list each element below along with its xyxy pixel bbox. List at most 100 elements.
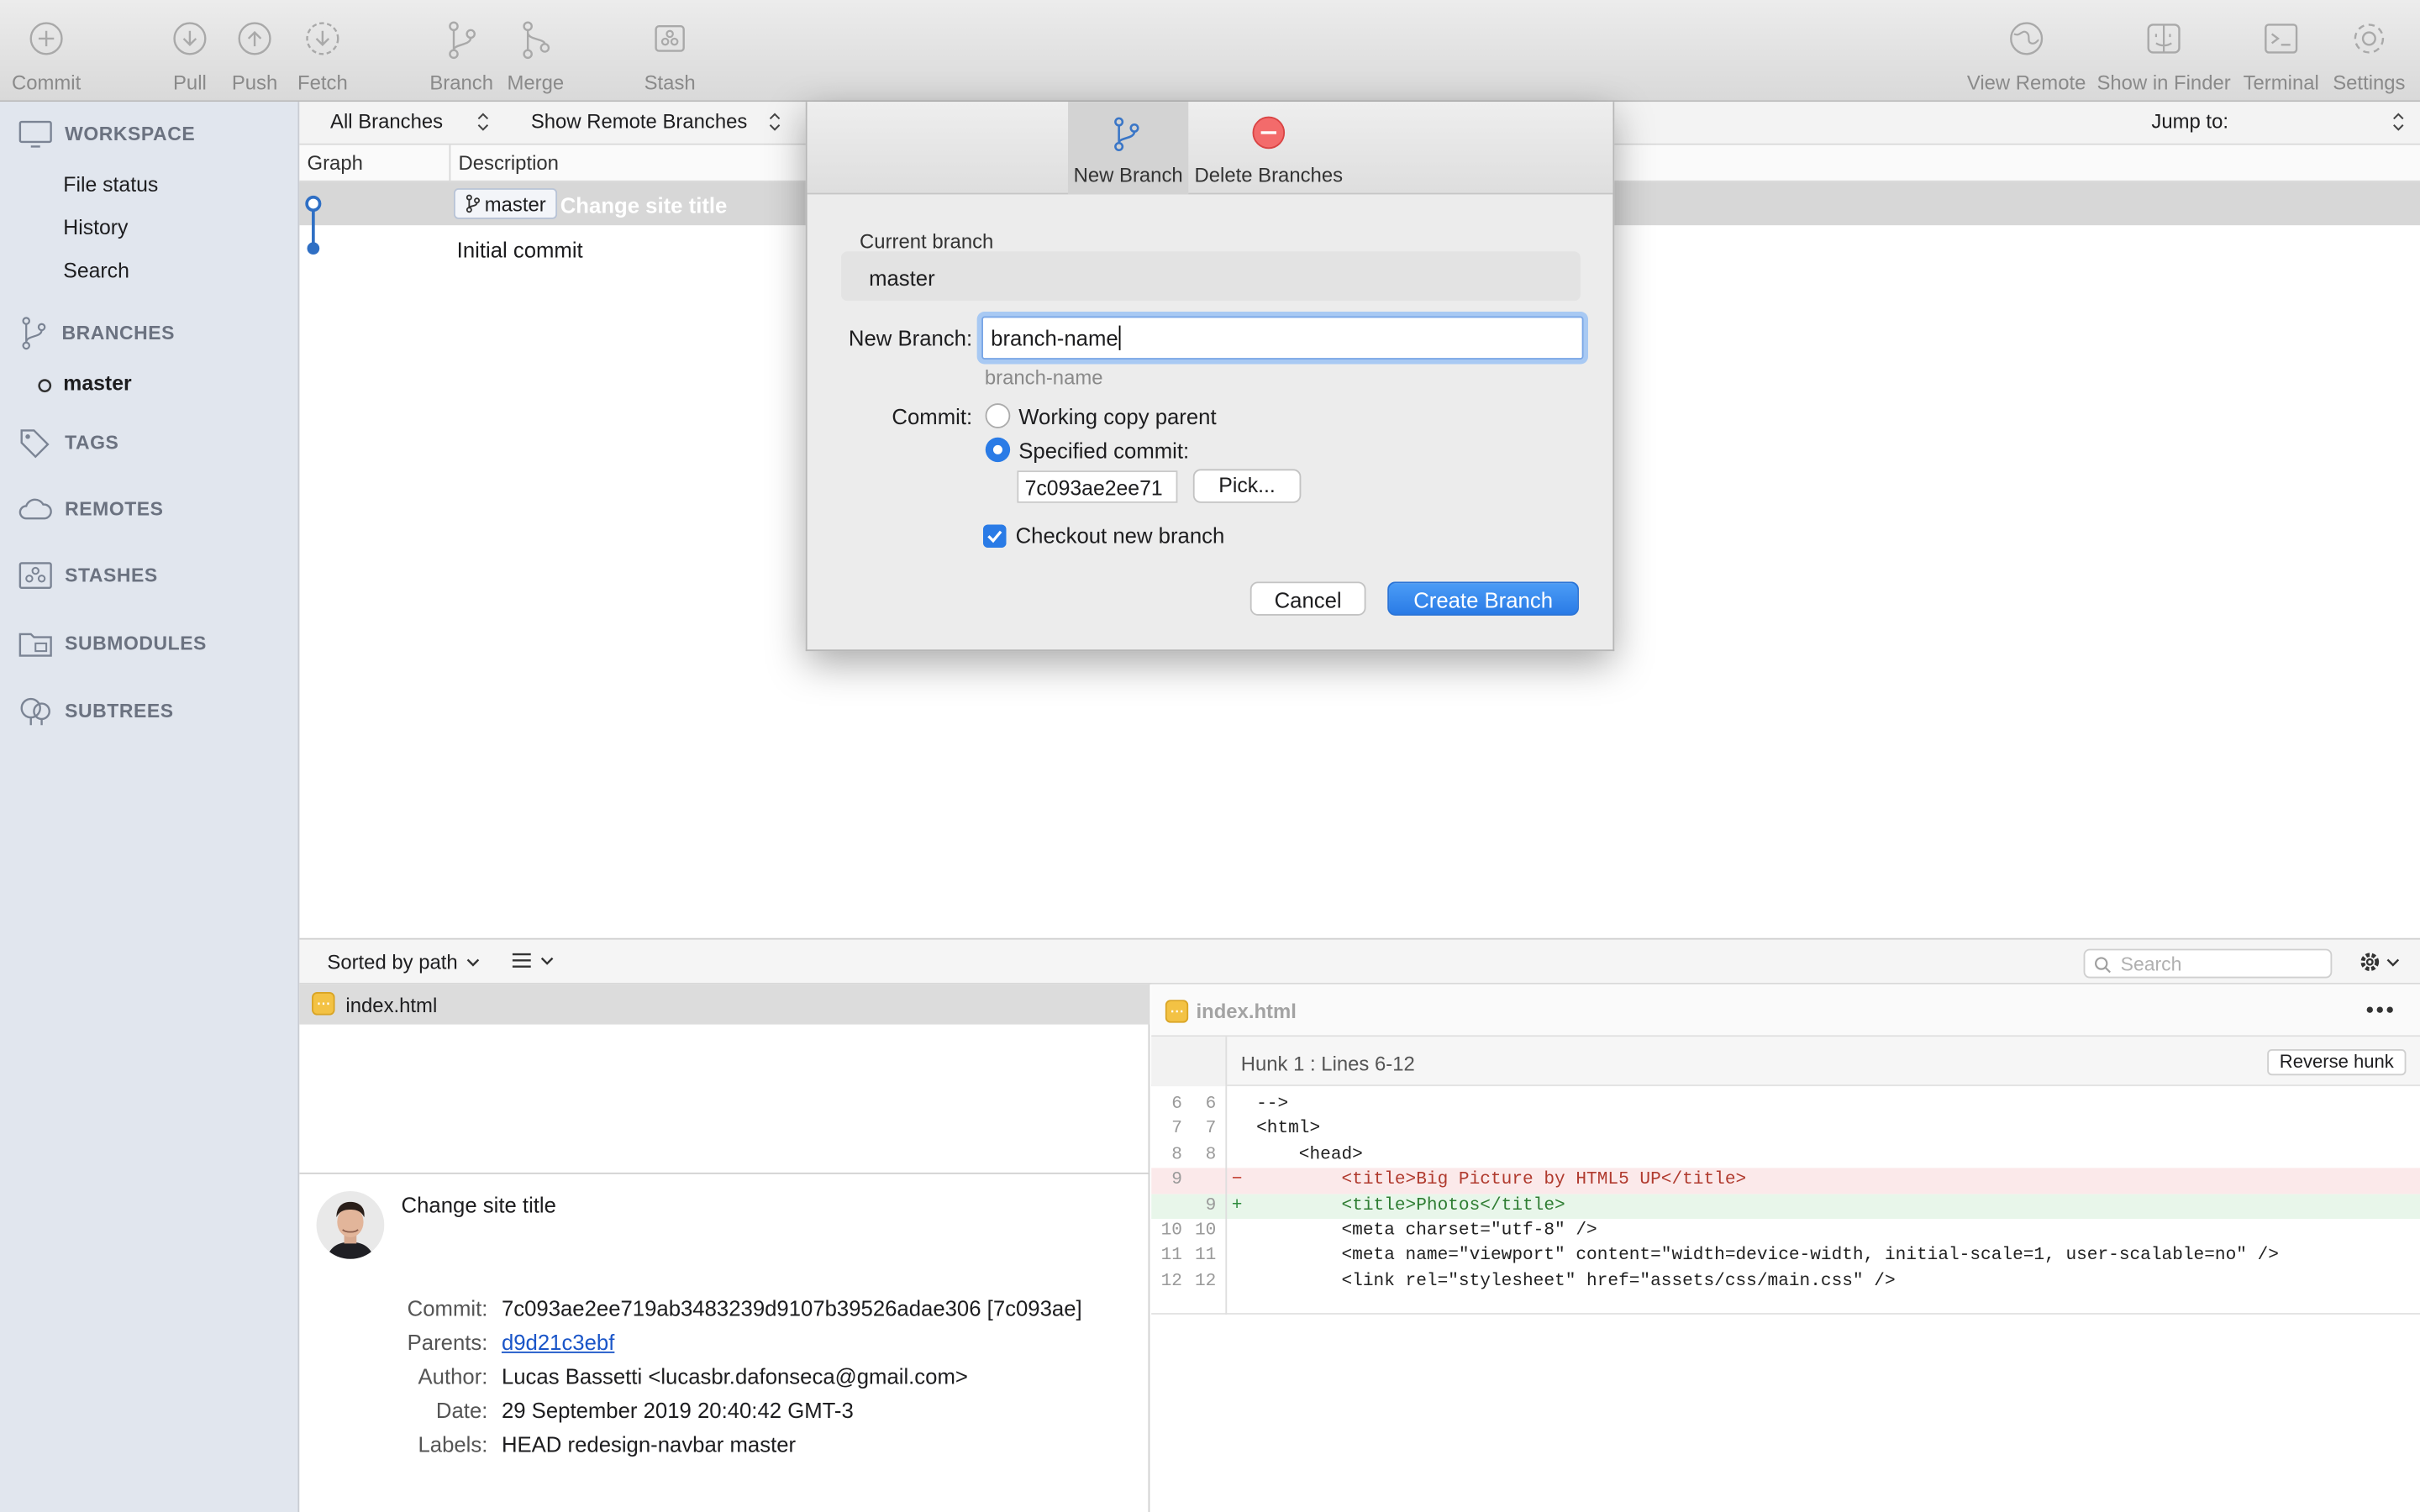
stash-button[interactable]: Stash [614,15,725,98]
view-remote-label: View Remote [1966,71,2086,95]
commit-title: Change site title [401,1192,556,1218]
graph-column-header[interactable]: Graph [308,151,363,175]
sort-select-label: Sorted by path [327,950,458,974]
date-label: Date: [435,1398,488,1423]
tab-new-branch[interactable]: New Branch [1068,102,1189,195]
pick-commit-button[interactable]: Pick... [1192,469,1302,503]
column-divider [449,144,451,182]
search-icon [2094,957,2111,974]
sidebar-stashes-label: STASHES [65,564,158,586]
sidebar: WORKSPACE File status History Search BRA… [0,102,300,1512]
diff-code-text: <title>Photos</title> [1256,1194,1565,1215]
commit-hash: 7c093ae2ee719ab3483239d9107b39526adae306… [501,1295,1082,1321]
merge-icon [523,21,550,60]
specified-commit-input[interactable]: 7c093ae2ee71 [1017,470,1178,503]
radio-working-copy-parent[interactable]: Working copy parent [985,402,1217,428]
sidebar-item-file-status[interactable]: File status [63,173,158,197]
updown-chevron-icon [477,112,489,130]
diff-line: 7 7 <html> [1151,1118,2420,1143]
parent-commit-link[interactable]: d9d21c3ebf [502,1326,1082,1359]
sidebar-workspace-header[interactable]: WORKSPACE [18,120,195,148]
changed-files-list: index.html [299,984,1150,1173]
diff-code-text: <title>Big Picture by HTML5 UP</title> [1256,1169,1747,1190]
date-value: 29 September 2019 20:40:42 GMT-3 [501,1398,854,1423]
remote-branches-select[interactable]: Show Remote Branches [531,109,781,133]
radio-specified-commit[interactable]: Specified commit: [985,437,1189,463]
view-mode-select[interactable] [512,952,555,969]
settings-button[interactable]: Settings [2313,15,2420,98]
checkbox-checked-icon [983,523,1007,548]
jump-to-chevron-icon[interactable] [2392,113,2405,131]
diff-code-text: --> [1256,1094,1289,1115]
diff-line: 6 6 --> [1151,1092,2420,1117]
branch-tag: master [454,188,557,219]
plus-circle-icon [29,22,63,55]
sidebar-item-master[interactable]: master [63,372,131,396]
commit-label: Commit: [407,1295,488,1321]
radio-checked-icon [985,437,1011,463]
new-branch-input-text: branch-name [991,325,1120,350]
cloud-icon [18,498,52,520]
files-options-button[interactable] [2359,950,2401,974]
create-branch-button[interactable]: Create Branch [1387,581,1579,616]
new-branch-input-value: branch-name [991,325,1118,350]
show-in-finder-button[interactable]: Show in Finder [2096,15,2231,98]
reverse-hunk-button[interactable]: Reverse hunk [2267,1048,2407,1076]
sidebar-tags-label: TAGS [65,432,119,454]
more-options-icon[interactable] [2366,1006,2394,1014]
description-column-header[interactable]: Description [459,151,559,175]
branches-select-value: All Branches [330,109,444,133]
checkout-new-branch-checkbox[interactable]: Checkout new branch [983,523,1224,548]
sidebar-item-search[interactable]: Search [63,260,129,283]
diff-line: 10 10 <meta charset="utf-8" /> [1151,1219,2420,1244]
commit-message: Change site title [560,192,728,218]
gear-icon [2354,24,2385,54]
tab-delete-branches[interactable]: Delete Branches [1195,102,1343,194]
new-branch-dialog: New Branch Delete Branches Current branc… [805,102,1615,652]
diff-sign: + [1231,1194,1243,1215]
fetch-label: Fetch [297,71,348,95]
sidebar-branches-header[interactable]: BRANCHES [18,317,175,350]
sidebar-tags-header[interactable]: TAGS [18,428,118,459]
gear-icon [2360,953,2380,972]
sort-select[interactable]: Sorted by path [327,950,479,974]
sidebar-remotes-header[interactable]: REMOTES [18,496,164,521]
hunk-header: Hunk 1 : Lines 6-12 Reverse hunk [1151,1037,2420,1087]
folder-icon [18,633,52,657]
remote-branches-select-value: Show Remote Branches [530,109,748,133]
diff-file-name: index.html [1196,1000,1297,1023]
commit-message: Initial commit [456,237,583,263]
author-value: Lucas Bassetti <lucasbr.dafonseca@gmail.… [501,1363,968,1389]
branch-icon [466,194,481,213]
labels-value: HEAD redesign-navbar master [501,1431,797,1457]
fetch-icon [306,22,339,55]
finder-icon [2147,24,2181,54]
monitor-icon [18,120,52,148]
sidebar-item-history[interactable]: History [63,216,128,239]
branch-icon [1114,117,1139,151]
fetch-button[interactable]: Fetch [267,15,378,98]
new-branch-label: New Branch: [848,325,973,350]
view-remote-button[interactable]: View Remote [1967,15,2086,98]
new-branch-input[interactable]: branch-name [981,316,1584,360]
diff-line: 9− <title>Big Picture by HTML5 UP</title… [1151,1168,2420,1194]
sidebar-subtrees-header[interactable]: SUBTREES [18,696,174,727]
sidebar-submodules-header[interactable]: SUBMODULES [18,629,207,657]
sidebar-stashes-header[interactable]: STASHES [18,562,158,590]
stash-icon [655,25,685,52]
diff-lines: 6 6 --> 7 7 <html> 8 8 <head> 9− <title>Big Pict… [1151,1086,2420,1315]
sidebar-branches-label: BRANCHES [61,322,176,344]
avatar [316,1190,385,1259]
settings-label: Settings [2333,71,2406,95]
files-search-field[interactable]: Search [2083,948,2333,979]
merge-button[interactable]: Merge [480,15,591,98]
list-item[interactable]: index.html [299,984,1150,1025]
commit-button[interactable]: Commit [0,15,102,98]
commit-label: Commit [11,71,82,95]
delete-minus-icon [1252,116,1286,150]
cancel-button[interactable]: Cancel [1249,581,1366,616]
merge-label: Merge [507,71,565,95]
branches-select[interactable]: All Branches [330,109,489,133]
dialog-tab-bar: New Branch Delete Branches [807,102,1613,195]
diff-panel: index.html Hunk 1 : Lines 6-12 Reverse h… [1151,984,2420,1512]
